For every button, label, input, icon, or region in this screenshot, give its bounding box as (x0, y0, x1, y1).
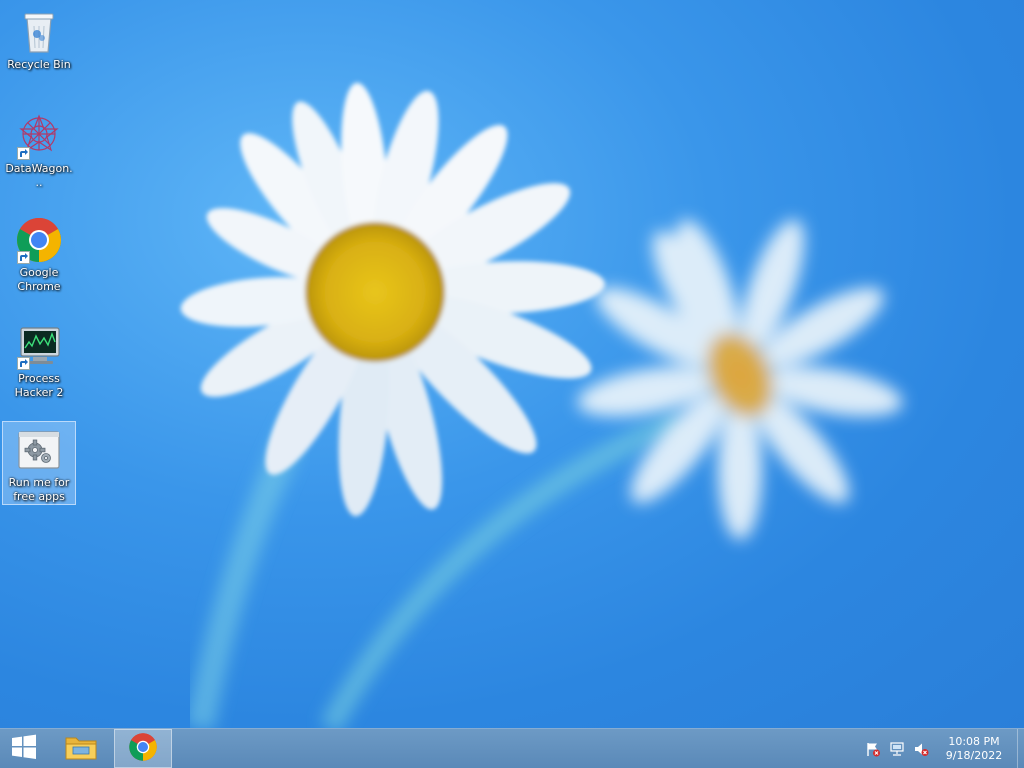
desktop-icon-label: Google Chrome (17, 266, 61, 293)
action-center-flag-icon[interactable] (865, 741, 881, 757)
clock-time: 10:08 PM (948, 734, 1000, 748)
desktop[interactable]: Recycle Bin DataWagon... Google Chrome P… (0, 0, 1024, 728)
desktop-icon-label: DataWagon... (5, 162, 73, 189)
network-icon[interactable] (889, 741, 905, 757)
taskbar: 10:08 PM 9/18/2022 (0, 728, 1024, 768)
start-button[interactable] (0, 729, 48, 768)
volume-muted-icon[interactable] (913, 741, 929, 757)
desktop-icon-process-hacker[interactable]: Process Hacker 2 (2, 318, 76, 404)
wallpaper (180, 82, 903, 728)
chrome-icon (15, 216, 63, 264)
desktop-icon-recycle-bin[interactable]: Recycle Bin (2, 4, 76, 76)
windows-start-icon (10, 733, 38, 765)
desktop-icon-run-me[interactable]: Run me for free apps (2, 421, 76, 505)
system-tray: 10:08 PM 9/18/2022 (861, 729, 1024, 768)
shortcut-arrow-icon (17, 251, 30, 264)
process-hacker-icon (15, 322, 63, 370)
datawagon-icon (15, 112, 63, 160)
desktop-icon-datawagon[interactable]: DataWagon... (2, 108, 76, 194)
desktop-icon-label: Run me for free apps (8, 476, 70, 503)
recycle-bin-icon (15, 8, 63, 56)
desktop-icon-google-chrome[interactable]: Google Chrome (2, 212, 76, 298)
clock-date: 9/18/2022 (945, 748, 1003, 762)
show-desktop-button[interactable] (1017, 729, 1024, 768)
taskbar-clock[interactable]: 10:08 PM 9/18/2022 (939, 735, 1009, 763)
taskbar-file-explorer-button[interactable] (58, 729, 104, 768)
settings-app-icon (15, 426, 63, 474)
taskbar-chrome-button[interactable] (114, 729, 172, 768)
desktop-icon-label: Recycle Bin (7, 58, 71, 71)
shortcut-arrow-icon (17, 147, 30, 160)
file-explorer-icon (64, 732, 98, 766)
chrome-icon (128, 732, 158, 766)
shortcut-arrow-icon (17, 357, 30, 370)
desktop-icon-label: Process Hacker 2 (14, 372, 64, 399)
